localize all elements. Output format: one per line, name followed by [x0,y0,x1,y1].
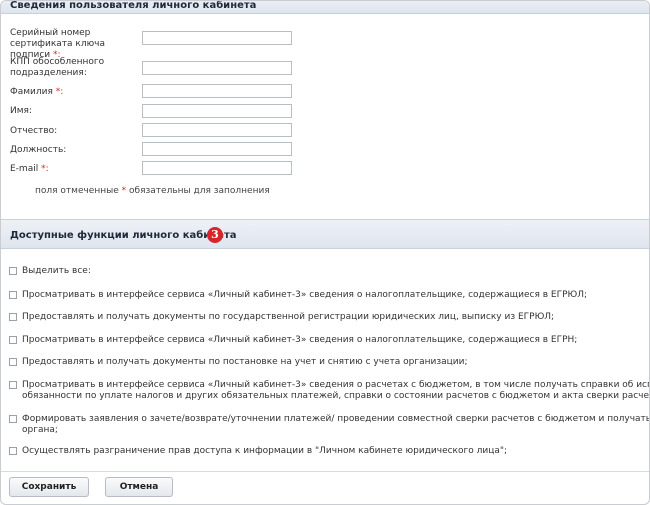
checkbox-tax-registration[interactable] [9,358,17,366]
checkbox-label: Просматривать в интерфейсе сервиса «Личн… [22,335,578,345]
functions-section-title: Доступные функции личного кабинета [10,230,237,241]
kpp-label: КПП обособленного подразделения: [10,57,105,78]
checkbox-label: Предоставлять и получать документы по го… [22,312,555,322]
patronymic-input[interactable] [142,123,292,137]
checkbox-access-control[interactable] [9,447,17,455]
save-button[interactable]: Сохранить [9,477,89,497]
email-label: E-mail *: [10,164,49,174]
checkbox-label-continued: обязанности по уплате налогов и других о… [22,391,650,401]
checkbox-select-all[interactable] [9,267,17,275]
functions-section-header: Доступные функции личного кабинета 3 [1,219,649,249]
user-section-header: Сведения пользователя личного кабинета [1,0,649,14]
surname-label: Фамилия *: [10,87,64,97]
checkbox-budget-settlements[interactable] [9,381,17,389]
checkbox-label: Просматривать в интерфейсе сервиса «Личн… [22,290,588,300]
position-input[interactable] [142,142,292,156]
position-label: Должность: [10,145,67,155]
step-number-badge: 3 [207,227,223,243]
checkbox-view-egrn[interactable] [9,336,17,344]
checkbox-view-egrul[interactable] [9,291,17,299]
first-name-input[interactable] [142,104,292,118]
checkbox-label: Просматривать в интерфейсе сервиса «Личн… [22,380,649,390]
patronymic-label: Отчество: [10,126,58,136]
checkbox-label: Формировать заявления о зачете/возврате/… [22,414,650,424]
first-name-label: Имя: [10,106,32,116]
checkbox-registration-docs[interactable] [9,313,17,321]
checkbox-label: Выделить все: [22,266,91,276]
kpp-input[interactable] [142,61,292,75]
form-frame: Сведения пользователя личного кабинета С… [0,0,650,505]
checkbox-label: Осуществлять разграничение прав доступа … [22,446,508,456]
user-section-title: Сведения пользователя личного кабинета [10,0,257,11]
actions-divider [1,471,649,472]
checkbox-label-continued: органа; [22,425,58,435]
cancel-button[interactable]: Отмена [105,477,173,497]
required-note: поля отмеченные * обязательны для заполн… [35,186,270,196]
email-input[interactable] [142,161,292,175]
checkbox-payment-applications[interactable] [9,415,17,423]
surname-input[interactable] [142,84,292,98]
serial-number-input[interactable] [142,31,292,45]
checkbox-label: Предоставлять и получать документы по по… [22,357,468,367]
